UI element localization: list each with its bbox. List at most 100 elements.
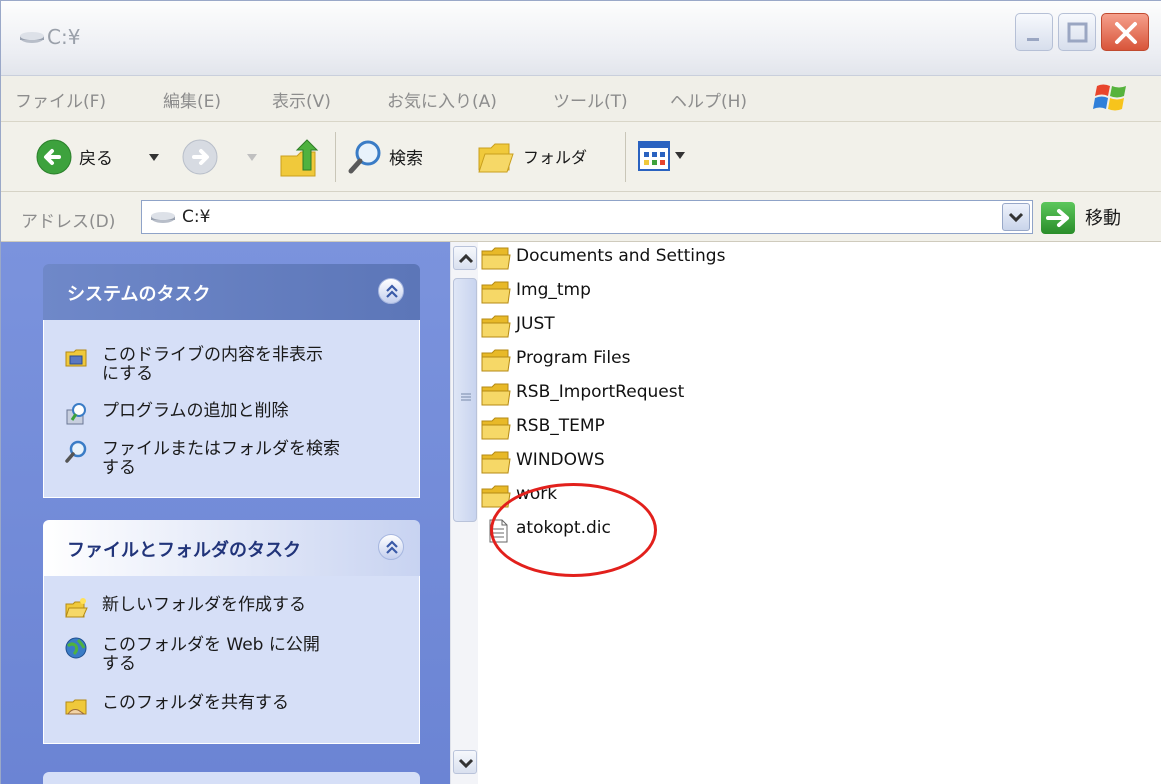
- file-name: JUST: [516, 314, 555, 334]
- task-label: このフォルダを共有する: [102, 693, 289, 713]
- folder-icon: [481, 417, 511, 440]
- new-folder-icon: [65, 598, 88, 618]
- go-button[interactable]: [1041, 202, 1075, 234]
- scroll-down-button[interactable]: [453, 750, 477, 774]
- folder-item[interactable]: Img_tmp: [480, 276, 880, 306]
- folders-label: フォルダ: [523, 148, 588, 167]
- task-publish-web[interactable]: このフォルダを Web に公開 する: [64, 636, 404, 680]
- hide-drive-icon: [65, 349, 87, 367]
- forward-dropdown-icon: [247, 154, 257, 161]
- file-folder-tasks-panel: ファイルとフォルダのタスク 新しいフォルダを作成する このフォルダを Web に…: [43, 520, 420, 744]
- task-label: このドライブの内容を非表示 にする: [102, 345, 323, 384]
- task-new-folder[interactable]: 新しいフォルダを作成する: [64, 596, 404, 622]
- task-hide-drive[interactable]: このドライブの内容を非表示 にする: [64, 346, 404, 390]
- publish-web-icon: [65, 637, 87, 659]
- vertical-scrollbar[interactable]: [450, 242, 478, 784]
- go-label[interactable]: 移動: [1085, 204, 1121, 230]
- search-label: 検索: [389, 149, 423, 169]
- file-name: RSB_TEMP: [516, 416, 605, 436]
- task-label: ファイルまたはフォルダを検索 する: [102, 439, 340, 478]
- menu-view[interactable]: 表示(V): [272, 87, 331, 112]
- details-panel-edge: [43, 772, 420, 784]
- menu-help[interactable]: ヘルプ(H): [670, 87, 747, 112]
- back-label: 戻る: [79, 149, 113, 169]
- explorer-window: C:¥ ファイル(F) 編集(E) 表示(V) お気に入り(A) ツール(T) …: [0, 0, 1161, 784]
- forward-button[interactable]: [181, 138, 261, 178]
- task-search-files[interactable]: ファイルまたはフォルダを検索 する: [64, 440, 404, 484]
- collapse-button[interactable]: [378, 534, 404, 560]
- forward-arrow-icon: [182, 139, 218, 175]
- menu-edit[interactable]: 編集(E): [163, 87, 221, 112]
- up-folder-icon[interactable]: [277, 136, 321, 180]
- menu-bar: ファイル(F) 編集(E) 表示(V) お気に入り(A) ツール(T) ヘルプ(…: [1, 76, 1161, 122]
- collapse-button[interactable]: [378, 278, 404, 304]
- task-label: 新しいフォルダを作成する: [102, 595, 306, 615]
- system-tasks-title: システムのタスク: [67, 284, 211, 305]
- title-bar[interactable]: C:¥: [1, 1, 1161, 76]
- folder-icon: [481, 349, 511, 372]
- system-tasks-body: このドライブの内容を非表示 にする プログラムの追加と削除 ファイルまたはフォル…: [43, 320, 420, 498]
- minimize-button[interactable]: [1015, 13, 1053, 51]
- folder-icon: [481, 315, 511, 338]
- window-title: C:¥: [47, 25, 81, 49]
- go-arrow-icon: [1046, 209, 1069, 227]
- address-label: アドレス(D): [21, 212, 116, 232]
- minimize-icon: [1027, 38, 1039, 41]
- menu-favorites[interactable]: お気に入り(A): [387, 87, 497, 112]
- address-bar: アドレス(D) C:¥ 移動: [1, 192, 1161, 242]
- back-arrow-icon: [36, 139, 72, 175]
- views-button[interactable]: [637, 136, 701, 176]
- search-button[interactable]: 検索: [347, 134, 463, 180]
- task-share-folder[interactable]: このフォルダを共有する: [64, 694, 404, 720]
- back-button[interactable]: 戻る: [35, 134, 165, 180]
- back-dropdown-icon[interactable]: [149, 154, 159, 162]
- chevron-up-icon: [458, 253, 474, 264]
- maximize-button[interactable]: [1058, 13, 1096, 51]
- search-icon: [65, 440, 87, 463]
- address-value: C:¥: [182, 207, 211, 227]
- task-add-remove-programs[interactable]: プログラムの追加と削除: [64, 402, 404, 428]
- views-icon: [638, 141, 670, 171]
- chevron-down-icon: [1008, 212, 1024, 223]
- highlight-annotation: [490, 483, 657, 577]
- menu-tools[interactable]: ツール(T): [553, 87, 628, 112]
- folder-item[interactable]: WINDOWS: [480, 446, 880, 476]
- file-folder-tasks-header[interactable]: ファイルとフォルダのタスク: [43, 520, 420, 576]
- folders-button[interactable]: フォルダ: [475, 134, 615, 180]
- folder-icon: [481, 451, 511, 474]
- toolbar: 戻る 検索 フォルダ: [1, 122, 1161, 192]
- address-input[interactable]: C:¥: [141, 200, 1033, 234]
- windows-logo-icon: [1093, 84, 1126, 111]
- folder-item[interactable]: RSB_ImportRequest: [480, 378, 880, 408]
- drive-icon: [151, 212, 175, 223]
- folder-item[interactable]: Documents and Settings: [480, 242, 880, 272]
- scroll-thumb[interactable]: [453, 278, 477, 522]
- file-folder-tasks-body: 新しいフォルダを作成する このフォルダを Web に公開 する このフォルダを共…: [43, 576, 420, 744]
- toolbar-separator: [625, 132, 626, 182]
- close-button[interactable]: [1101, 13, 1149, 51]
- chevron-up-double-icon: [386, 284, 398, 298]
- address-dropdown-button[interactable]: [1002, 203, 1030, 231]
- file-name: WINDOWS: [516, 450, 605, 470]
- folder-icon: [481, 383, 511, 406]
- system-tasks-panel: システムのタスク このドライブの内容を非表示 にする プログラムの追加と削除 フ…: [43, 264, 420, 498]
- scroll-up-button[interactable]: [453, 246, 477, 270]
- menu-file[interactable]: ファイル(F): [15, 87, 106, 112]
- search-icon: [348, 140, 381, 174]
- chevron-up-double-icon: [386, 540, 398, 554]
- file-name: RSB_ImportRequest: [516, 382, 685, 402]
- folder-item[interactable]: JUST: [480, 310, 880, 340]
- chevron-down-icon: [458, 758, 474, 769]
- file-name: Documents and Settings: [516, 246, 726, 266]
- maximize-icon: [1067, 22, 1088, 43]
- close-icon: [1115, 22, 1137, 44]
- file-name: Img_tmp: [516, 280, 591, 300]
- folder-icon: [481, 281, 511, 304]
- folders-icon: [478, 143, 514, 173]
- folder-item[interactable]: RSB_TEMP: [480, 412, 880, 442]
- grip-icon: [461, 393, 471, 401]
- drive-icon: [20, 32, 44, 43]
- task-pane: システムのタスク このドライブの内容を非表示 にする プログラムの追加と削除 フ…: [1, 242, 450, 784]
- system-tasks-header[interactable]: システムのタスク: [43, 264, 420, 320]
- folder-item[interactable]: Program Files: [480, 344, 880, 374]
